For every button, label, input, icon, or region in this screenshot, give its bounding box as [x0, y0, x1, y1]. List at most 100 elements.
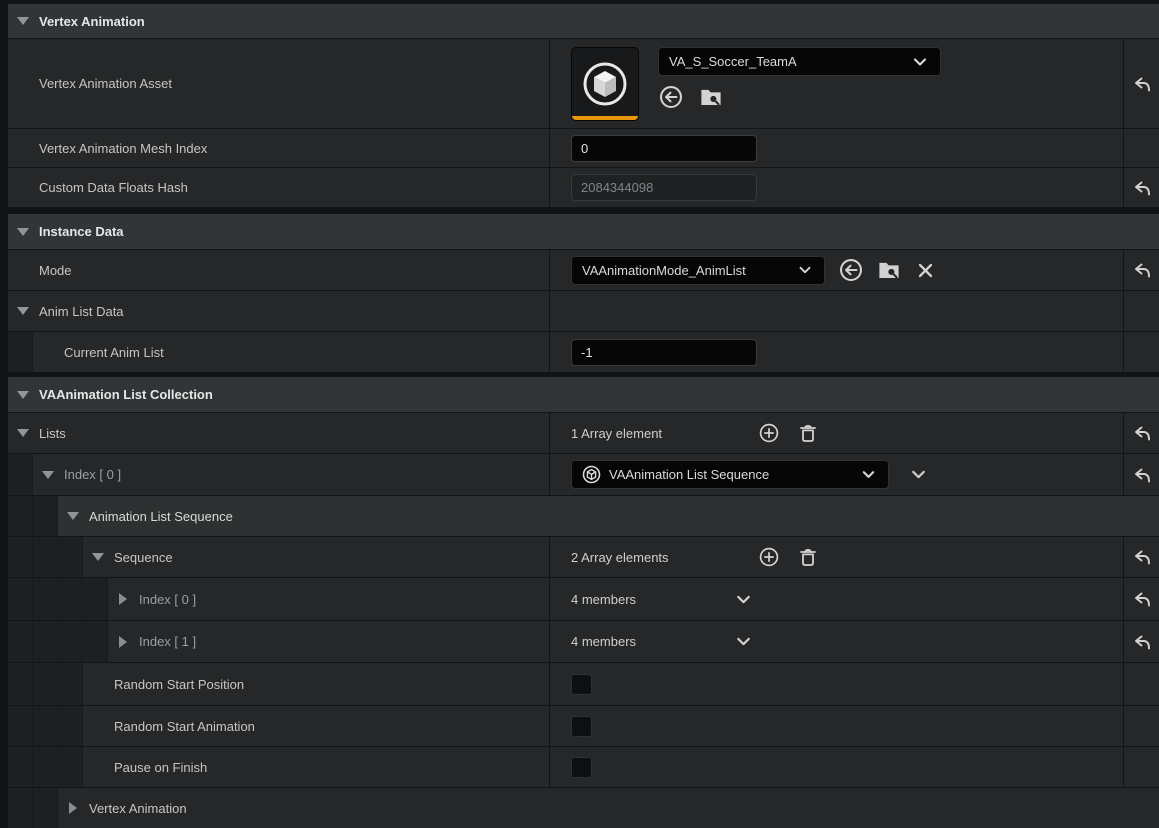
- reset-to-default-button[interactable]: [1132, 589, 1152, 609]
- row-pause-on-finish: Pause on Finish: [8, 747, 1159, 788]
- element-options-button[interactable]: [733, 589, 754, 610]
- indent-guide: [8, 454, 33, 495]
- expand-arrow-icon[interactable]: [16, 304, 30, 318]
- row-vertex-animation-collapsed[interactable]: Vertex Animation: [8, 788, 1159, 828]
- category-header-instance-data[interactable]: Instance Data: [8, 214, 1159, 250]
- caret-spacer: [16, 181, 30, 195]
- empty-array-button[interactable]: [797, 422, 819, 444]
- element-options-button[interactable]: [908, 464, 929, 485]
- current-anim-list-input[interactable]: [571, 339, 757, 366]
- collapse-arrow-icon[interactable]: [116, 635, 130, 649]
- collapse-arrow-icon[interactable]: [116, 592, 130, 606]
- class-cube-icon: [582, 465, 601, 484]
- property-label: Sequence: [114, 550, 173, 565]
- indent-guide: [8, 537, 33, 577]
- reset-to-default-button[interactable]: [1132, 547, 1152, 567]
- expand-arrow-icon[interactable]: [91, 550, 105, 564]
- reset-to-default-button[interactable]: [1132, 465, 1152, 485]
- random-start-position-checkbox[interactable]: [571, 674, 592, 695]
- add-array-element-button[interactable]: [758, 422, 780, 444]
- browse-to-asset-button[interactable]: [698, 84, 724, 110]
- property-label: Random Start Animation: [114, 719, 255, 734]
- random-start-animation-checkbox[interactable]: [571, 716, 592, 737]
- expand-arrow-icon[interactable]: [16, 426, 30, 440]
- asset-name: VA_S_Soccer_TeamA: [669, 54, 910, 69]
- asset-cube-icon: [582, 61, 628, 107]
- browse-folder-icon: [876, 257, 902, 283]
- indent-guide: [58, 747, 83, 787]
- struct-type-name: VAAnimation List Sequence: [609, 467, 859, 482]
- indent-guide: [58, 578, 83, 620]
- caret-spacer: [91, 719, 105, 733]
- mesh-index-input[interactable]: [571, 135, 757, 162]
- undo-icon: [1132, 632, 1152, 652]
- indent-guide: [33, 788, 58, 828]
- property-label: Vertex Animation Asset: [39, 76, 172, 91]
- indent-guide: [8, 788, 33, 828]
- caret-down-icon: [17, 391, 29, 399]
- indent-guide: [33, 621, 58, 662]
- caret-spacer: [16, 141, 30, 155]
- caret-down-icon: [17, 17, 29, 25]
- mode-dropdown[interactable]: VAAnimationMode_AnimList: [571, 256, 825, 285]
- expand-arrow-icon[interactable]: [66, 509, 80, 523]
- caret-down-icon: [17, 228, 29, 236]
- indent-guide: [8, 496, 33, 536]
- browse-folder-icon: [698, 84, 724, 110]
- asset-thumbnail[interactable]: [571, 47, 639, 121]
- undo-icon: [1132, 465, 1152, 485]
- property-label: Vertex Animation Mesh Index: [39, 141, 207, 156]
- indent-guide: [33, 663, 58, 705]
- use-selected-asset-button[interactable]: [658, 84, 684, 110]
- expand-arrow-icon[interactable]: [16, 14, 30, 28]
- asset-picker-dropdown[interactable]: VA_S_Soccer_TeamA: [658, 47, 941, 76]
- reset-to-default-button[interactable]: [1132, 423, 1152, 443]
- category-header-vaanimation-list-collection[interactable]: VAAnimation List Collection: [8, 377, 1159, 413]
- row-current-anim-list: Current Anim List: [8, 332, 1159, 373]
- expand-arrow-icon[interactable]: [16, 388, 30, 402]
- expand-arrow-icon[interactable]: [16, 225, 30, 239]
- empty-array-button[interactable]: [797, 546, 819, 568]
- reset-to-default-button[interactable]: [1132, 178, 1152, 198]
- clear-button[interactable]: [915, 260, 936, 281]
- indent-guide: [8, 578, 33, 620]
- expand-arrow-icon[interactable]: [41, 468, 55, 482]
- undo-icon: [1132, 260, 1152, 280]
- row-sequence-index-0: Index [ 0 ] 4 members: [8, 578, 1159, 621]
- caret-spacer: [91, 760, 105, 774]
- trash-icon: [797, 546, 819, 568]
- element-options-button[interactable]: [733, 631, 754, 652]
- row-lists: Lists 1 Array element: [8, 413, 1159, 454]
- pause-on-finish-checkbox[interactable]: [571, 757, 592, 778]
- array-summary: 1 Array element: [571, 426, 758, 441]
- indent-guide: [58, 537, 83, 577]
- undo-icon: [1132, 589, 1152, 609]
- indent-guide: [8, 663, 33, 705]
- plus-circle-icon: [758, 546, 780, 568]
- use-selected-asset-button[interactable]: [838, 257, 864, 283]
- indent-guide: [33, 747, 58, 787]
- row-anim-list-data[interactable]: Anim List Data: [8, 291, 1159, 332]
- hash-input-disabled: [571, 174, 757, 201]
- reset-to-default-button[interactable]: [1132, 260, 1152, 280]
- category-header-vertex-animation[interactable]: Vertex Animation: [8, 4, 1159, 39]
- property-label: Random Start Position: [114, 677, 244, 692]
- chevron-down-icon: [733, 631, 754, 652]
- members-summary: 4 members: [571, 592, 733, 607]
- add-array-element-button[interactable]: [758, 546, 780, 568]
- property-label: Current Anim List: [64, 345, 164, 360]
- reset-to-default-button[interactable]: [1132, 74, 1152, 94]
- caret-down-icon: [92, 553, 104, 561]
- collapse-arrow-icon[interactable]: [66, 801, 80, 815]
- caret-down-icon: [17, 429, 29, 437]
- array-index-label: Index [ 1 ]: [139, 634, 196, 649]
- indent-guide: [83, 621, 108, 662]
- row-vertex-animation-mesh-index: Vertex Animation Mesh Index: [8, 129, 1159, 168]
- row-random-start-position: Random Start Position: [8, 663, 1159, 706]
- subheader-animation-list-sequence[interactable]: Animation List Sequence: [8, 496, 1159, 537]
- instanced-struct-dropdown[interactable]: VAAnimation List Sequence: [571, 460, 889, 489]
- reset-to-default-button[interactable]: [1132, 632, 1152, 652]
- subheader-title: Animation List Sequence: [89, 509, 233, 524]
- browse-to-asset-button[interactable]: [876, 257, 902, 283]
- indent-guide: [33, 578, 58, 620]
